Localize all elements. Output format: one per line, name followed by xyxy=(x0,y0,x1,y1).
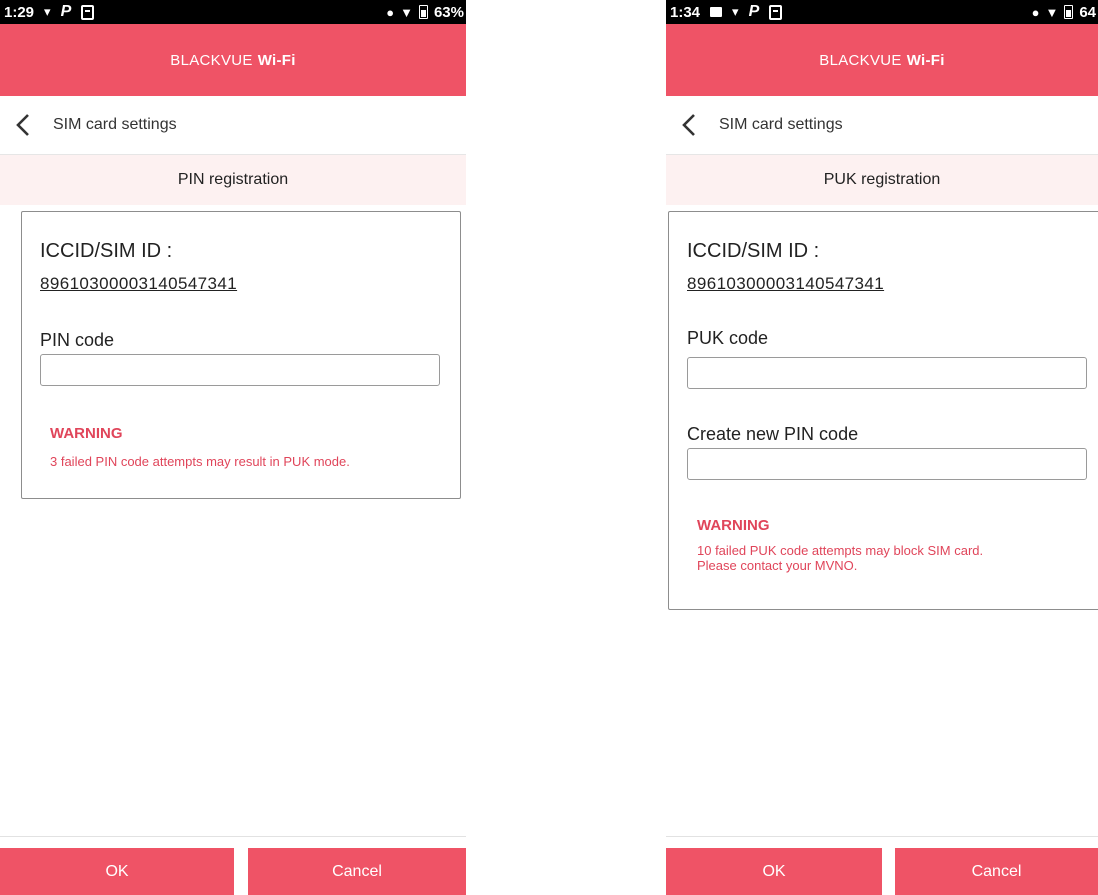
parking-icon: P xyxy=(60,3,72,20)
app-brand: BLACKVUE xyxy=(170,51,253,69)
battery-icon xyxy=(418,5,428,19)
cancel-button[interactable]: Cancel xyxy=(895,848,1098,895)
warning-text-line2: Please contact your MVNO. xyxy=(697,558,858,573)
phone-screen-puk: 1:34 ▾ P ● ▼ 64 BLACKVUE Wi-Fi SIM card … xyxy=(666,0,1098,895)
new-pin-code-input[interactable] xyxy=(687,448,1087,480)
battery-percent: 63% xyxy=(433,3,464,21)
nav-bar: SIM card settings xyxy=(0,96,466,155)
back-arrow-icon[interactable] xyxy=(666,96,712,154)
puk-form-card: ICCID/SIM ID : 89610300003140547341 PUK … xyxy=(668,211,1098,610)
new-pin-code-label: Create new PIN code xyxy=(687,424,859,444)
warning-title: WARNING xyxy=(50,425,123,442)
bottom-divider xyxy=(0,836,466,837)
battery-percent: 64 xyxy=(1079,3,1096,21)
ok-button[interactable]: OK xyxy=(0,848,234,895)
app-wifi-label: Wi-Fi xyxy=(257,51,296,69)
iccid-label: ICCID/SIM ID : xyxy=(687,240,820,262)
wifi-icon: ▼ xyxy=(1045,4,1059,20)
wifi-icon: ▼ xyxy=(400,4,413,20)
status-bar: 1:34 ▾ P ● ▼ 64 xyxy=(666,0,1098,24)
app-title-bar: BLACKVUE Wi-Fi xyxy=(0,24,466,96)
image-icon xyxy=(710,7,723,17)
status-time: 1:29 xyxy=(4,3,35,21)
section-header: PUK registration xyxy=(666,155,1098,205)
wifi-signal-icon: ▾ xyxy=(732,4,739,19)
section-header: PIN registration xyxy=(0,155,466,205)
pin-code-input[interactable] xyxy=(40,354,440,386)
phone-screen-pin: 1:29 ▾ P ● ▼ 63% BLACKVUE Wi-Fi SIM card… xyxy=(0,0,466,895)
wifi-signal-icon: ▾ xyxy=(44,4,51,19)
status-time: 1:34 xyxy=(670,3,701,21)
iccid-label: ICCID/SIM ID : xyxy=(40,240,173,262)
cancel-button[interactable]: Cancel xyxy=(248,848,466,895)
nav-bar: SIM card settings xyxy=(666,96,1098,155)
pin-form-card: ICCID/SIM ID : 89610300003140547341 PIN … xyxy=(21,211,461,499)
warning-title: WARNING xyxy=(697,517,770,534)
app-brand: BLACKVUE xyxy=(819,51,902,69)
sim-icon xyxy=(769,4,783,20)
sim-icon xyxy=(81,4,95,20)
app-title-bar: BLACKVUE Wi-Fi xyxy=(666,24,1098,96)
ok-button[interactable]: OK xyxy=(666,848,882,895)
iccid-value: 89610300003140547341 xyxy=(687,274,885,293)
vibrate-icon: ● xyxy=(386,4,395,20)
page-title: SIM card settings xyxy=(53,116,177,133)
back-arrow-icon[interactable] xyxy=(0,96,46,154)
puk-code-label: PUK code xyxy=(687,328,769,348)
battery-icon xyxy=(1064,5,1074,19)
bottom-divider xyxy=(666,836,1098,837)
puk-code-input[interactable] xyxy=(687,357,1087,389)
warning-text: 3 failed PIN code attempts may result in… xyxy=(50,454,350,469)
iccid-value: 89610300003140547341 xyxy=(40,274,238,293)
vibrate-icon: ● xyxy=(1031,4,1040,20)
warning-text-line1: 10 failed PUK code attempts may block SI… xyxy=(697,543,984,558)
page-title: SIM card settings xyxy=(719,116,843,133)
parking-icon: P xyxy=(748,3,760,20)
app-wifi-label: Wi-Fi xyxy=(906,51,945,69)
status-bar: 1:29 ▾ P ● ▼ 63% xyxy=(0,0,466,24)
pin-code-label: PIN code xyxy=(40,330,115,350)
